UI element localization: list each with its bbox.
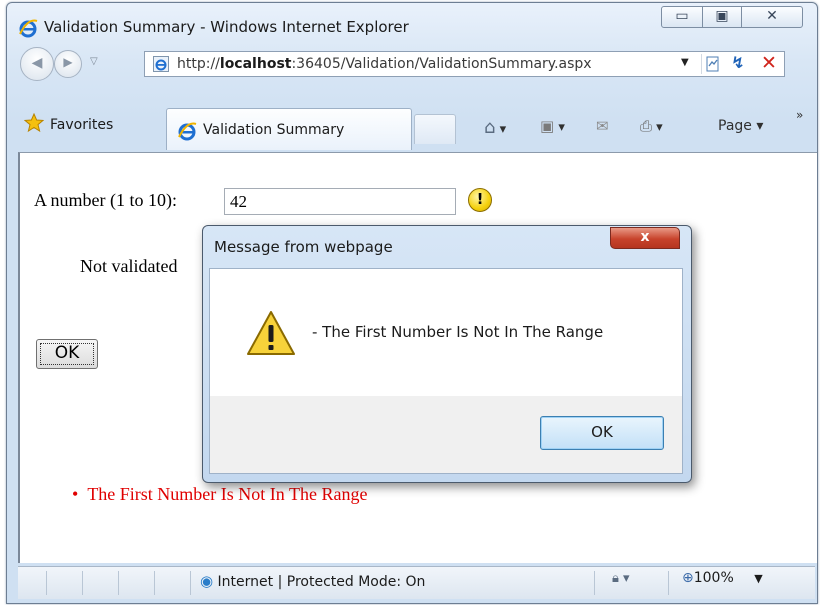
forward-button[interactable]: ▶ bbox=[54, 50, 82, 78]
back-button[interactable]: ◀ bbox=[20, 47, 54, 81]
stop-icon[interactable]: ✕ bbox=[757, 52, 781, 76]
number-input[interactable]: 42 bbox=[224, 188, 456, 215]
recent-pages-dropdown-icon[interactable]: ▽ bbox=[90, 56, 98, 67]
new-tab-button[interactable] bbox=[414, 114, 456, 144]
magnifier-icon: ⊕ bbox=[682, 570, 694, 586]
page-ok-button[interactable]: OK bbox=[36, 339, 98, 369]
toolbar-overflow-button[interactable]: » bbox=[796, 108, 803, 122]
dialog-title: Message from webpage bbox=[214, 238, 393, 256]
close-window-button[interactable]: ✕ bbox=[741, 6, 803, 28]
address-bar[interactable]: http://localhost:36405/Validation/Valida… bbox=[144, 51, 785, 77]
page-ie-icon bbox=[153, 56, 169, 72]
zoom-level-button[interactable]: ⊕100% ▼ bbox=[682, 570, 763, 586]
url-text[interactable]: http://localhost:36405/Validation/Valida… bbox=[177, 56, 592, 72]
validation-summary-list: • The First Number Is Not In The Range bbox=[72, 484, 367, 505]
mail-icon: ✉ bbox=[596, 117, 609, 135]
back-arrow-icon: ◀ bbox=[31, 55, 43, 71]
maximize-icon: ▣ bbox=[715, 8, 729, 24]
print-button[interactable]: ⎙ ▾ bbox=[640, 117, 663, 135]
address-dropdown-icon[interactable]: ▼ bbox=[681, 57, 689, 68]
feeds-button[interactable]: ▣ ▾ bbox=[540, 117, 565, 135]
not-validated-text: Not validated bbox=[80, 256, 178, 276]
page-menu-button[interactable]: Page ▾ bbox=[718, 118, 763, 134]
validation-error-icon: ! bbox=[468, 188, 492, 212]
dialog-ok-button[interactable]: OK bbox=[540, 416, 664, 450]
maximize-button[interactable]: ▣ bbox=[702, 6, 742, 28]
security-zone-indicator[interactable]: ◉ Internet | Protected Mode: On bbox=[200, 572, 425, 590]
list-item: The First Number Is Not In The Range bbox=[87, 484, 368, 504]
tab-label: Validation Summary bbox=[203, 122, 345, 138]
favorites-button[interactable]: Favorites bbox=[23, 112, 113, 141]
tab-ie-icon bbox=[178, 122, 197, 141]
forward-arrow-icon: ▶ bbox=[63, 55, 73, 69]
title-bar: Validation Summary - Windows Internet Ex… bbox=[12, 8, 652, 40]
favorites-star-icon bbox=[23, 112, 45, 133]
minimize-icon: ▭ bbox=[675, 8, 689, 24]
tab-validation-summary[interactable]: Validation Summary bbox=[166, 108, 412, 150]
close-icon: ✕ bbox=[766, 8, 778, 24]
home-button[interactable]: ⌂ ▾ bbox=[484, 117, 506, 138]
bullet-icon: • bbox=[72, 484, 88, 504]
dialog-close-button[interactable]: x bbox=[610, 227, 680, 249]
refresh-icon[interactable]: ↯ bbox=[725, 53, 751, 75]
printer-icon: ⎙ bbox=[640, 117, 653, 135]
home-icon: ⌂ bbox=[484, 117, 496, 138]
lock-icon: 🔒︎ bbox=[612, 571, 619, 586]
ie-logo-icon bbox=[19, 19, 38, 38]
number-label: A number (1 to 10): bbox=[34, 190, 177, 210]
rss-feed-icon: ▣ bbox=[540, 117, 555, 135]
compatibility-view-icon[interactable] bbox=[701, 54, 722, 74]
globe-icon: ◉ bbox=[200, 572, 214, 590]
protected-mode-settings-button[interactable]: 🔒︎ ▾ bbox=[612, 571, 630, 586]
dialog-message: - The First Number Is Not In The Range bbox=[312, 323, 604, 341]
window-title: Validation Summary - Windows Internet Ex… bbox=[44, 18, 409, 36]
warning-icon bbox=[247, 311, 295, 355]
minimize-button[interactable]: ▭ bbox=[661, 6, 703, 28]
read-mail-button[interactable]: ✉ bbox=[596, 117, 609, 135]
number-input-value: 42 bbox=[230, 192, 247, 211]
zoom-dropdown-icon: ▼ bbox=[754, 572, 763, 585]
